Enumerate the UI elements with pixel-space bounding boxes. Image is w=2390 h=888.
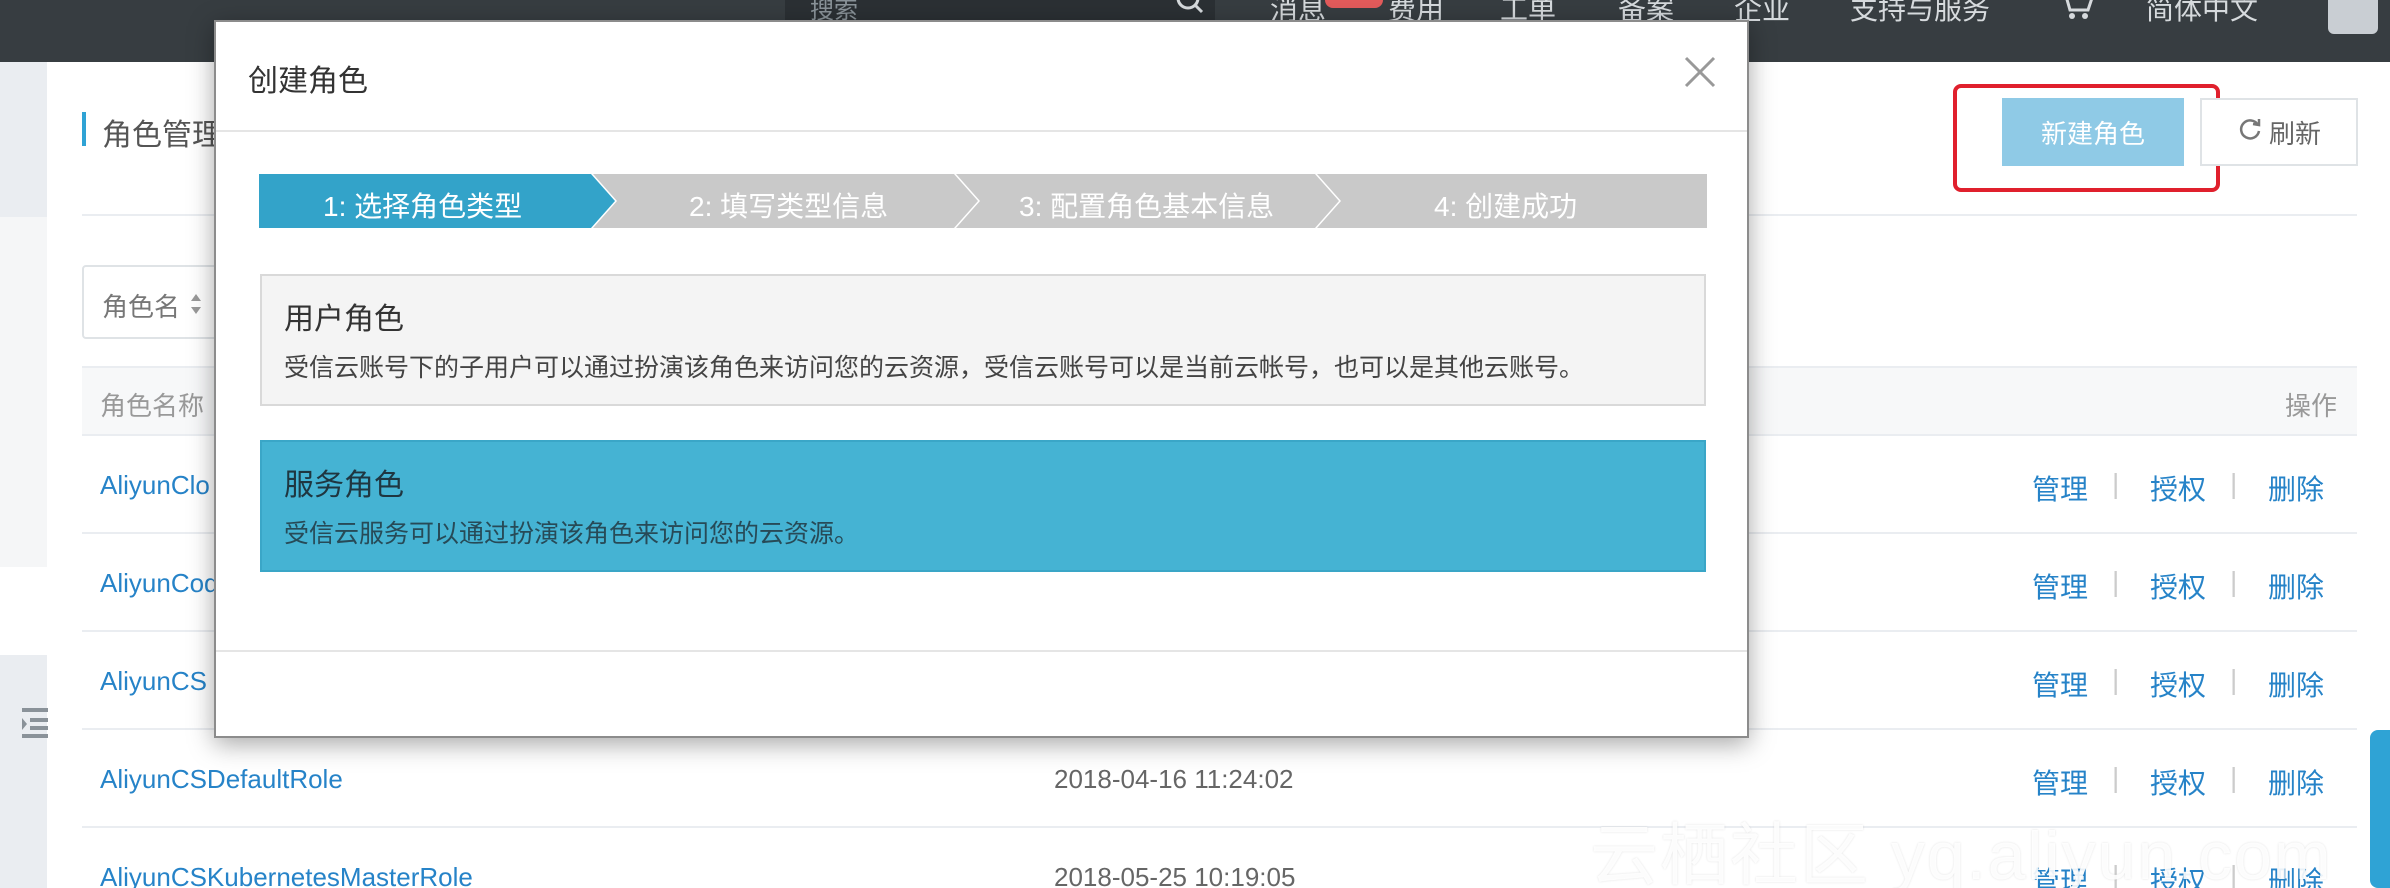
role-name-filter-select[interactable]: 角色名 <box>82 265 222 339</box>
service-role-description: 受信云服务可以通过扮演该角色来访问您的云资源。 <box>284 520 860 548</box>
language-switch[interactable]: 简体中文 <box>2146 0 2258 28</box>
delete-link[interactable]: 删除 <box>2268 664 2324 704</box>
step-2-label: 2: 填写类型信息 <box>689 191 889 222</box>
search-icon[interactable] <box>1158 0 1218 22</box>
op-separator: | <box>2112 664 2120 695</box>
manage-link[interactable]: 管理 <box>2032 762 2088 802</box>
filter-label: 角色名 <box>102 292 181 322</box>
manage-link[interactable]: 管理 <box>2032 664 2088 704</box>
refresh-button[interactable]: 刷新 <box>2200 98 2358 166</box>
close-icon[interactable] <box>1682 54 1718 90</box>
avatar[interactable] <box>2328 0 2378 34</box>
role-name-link[interactable]: AliyunClo <box>100 470 210 501</box>
dialog-title: 创建角色 <box>248 65 368 98</box>
op-separator: | <box>2230 468 2238 499</box>
role-name-link[interactable]: AliyunCSDefaultRole <box>100 764 343 795</box>
op-separator: | <box>2230 762 2238 793</box>
service-role-title: 服务角色 <box>284 469 404 502</box>
new-role-button[interactable]: 新建角色 <box>2002 98 2184 166</box>
refresh-label: 刷新 <box>2268 118 2321 149</box>
message-count-badge <box>1325 0 1383 8</box>
sort-arrows-icon <box>188 289 204 319</box>
sidebar-bottom <box>0 655 47 888</box>
authorize-link[interactable]: 授权 <box>2150 566 2206 606</box>
op-separator: | <box>2112 566 2120 597</box>
created-time: 2018-05-25 10:19:05 <box>1054 862 1296 888</box>
step-3-label: 3: 配置角色基本信息 <box>1019 191 1275 222</box>
column-role-name: 角色名称 <box>100 391 205 421</box>
service-role-option[interactable]: 服务角色 受信云服务可以通过扮演该角色来访问您的云资源。 <box>260 440 1706 572</box>
page-title-accent <box>82 112 86 146</box>
authorize-link[interactable]: 授权 <box>2150 468 2206 508</box>
user-role-option[interactable]: 用户角色 受信云账号下的子用户可以通过扮演该角色来访问您的云资源，受信云账号可以… <box>260 274 1706 406</box>
role-name-link[interactable]: AliyunCod <box>100 568 219 599</box>
op-separator: | <box>2230 664 2238 695</box>
op-separator: | <box>2112 468 2120 499</box>
sidebar-top <box>0 62 47 217</box>
role-name-link[interactable]: AliyunCSKubernetesMasterRole <box>100 862 473 888</box>
created-time: 2018-04-16 11:24:02 <box>1054 764 1294 794</box>
page-title: 角色管理 <box>102 119 222 152</box>
manage-link[interactable]: 管理 <box>2032 566 2088 606</box>
user-role-description: 受信云账号下的子用户可以通过扮演该角色来访问您的云资源，受信云账号可以是当前云帐… <box>284 354 1585 382</box>
nav-support[interactable]: 支持与服务 <box>1850 0 1990 28</box>
role-name-link[interactable]: AliyunCS <box>100 666 207 697</box>
step-1-label: 1: 选择角色类型 <box>323 191 523 222</box>
sidebar-panel <box>0 217 47 567</box>
delete-link[interactable]: 删除 <box>2268 566 2324 606</box>
dialog-footer-divider <box>216 650 1747 652</box>
sidebar-collapse-icon[interactable] <box>22 706 50 740</box>
op-separator: | <box>2230 566 2238 597</box>
column-operations: 操作 <box>2284 391 2337 421</box>
refresh-icon <box>2237 116 2263 149</box>
delete-link[interactable]: 删除 <box>2268 468 2324 508</box>
authorize-link[interactable]: 授权 <box>2150 762 2206 802</box>
feedback-side-tab[interactable] <box>2370 730 2390 888</box>
wizard-steps: 1: 选择角色类型 2: 填写类型信息 3: 配置角色基本信息 4: 创建成功 <box>259 174 1707 228</box>
manage-link[interactable]: 管理 <box>2032 468 2088 508</box>
delete-link[interactable]: 删除 <box>2268 762 2324 802</box>
cart-icon[interactable] <box>2058 0 2094 27</box>
step-4-label: 4: 创建成功 <box>1434 191 1578 222</box>
op-separator: | <box>2112 762 2120 793</box>
create-role-dialog: 创建角色 1: 选择角色类型 2: 填写类型信息 3: 配置角色基本信息 4: … <box>214 20 1749 738</box>
authorize-link[interactable]: 授权 <box>2150 664 2206 704</box>
watermark: 云栖社区 yq.aliyun.com <box>1590 818 2333 888</box>
dialog-header-divider <box>216 130 1747 132</box>
user-role-title: 用户角色 <box>284 303 404 336</box>
